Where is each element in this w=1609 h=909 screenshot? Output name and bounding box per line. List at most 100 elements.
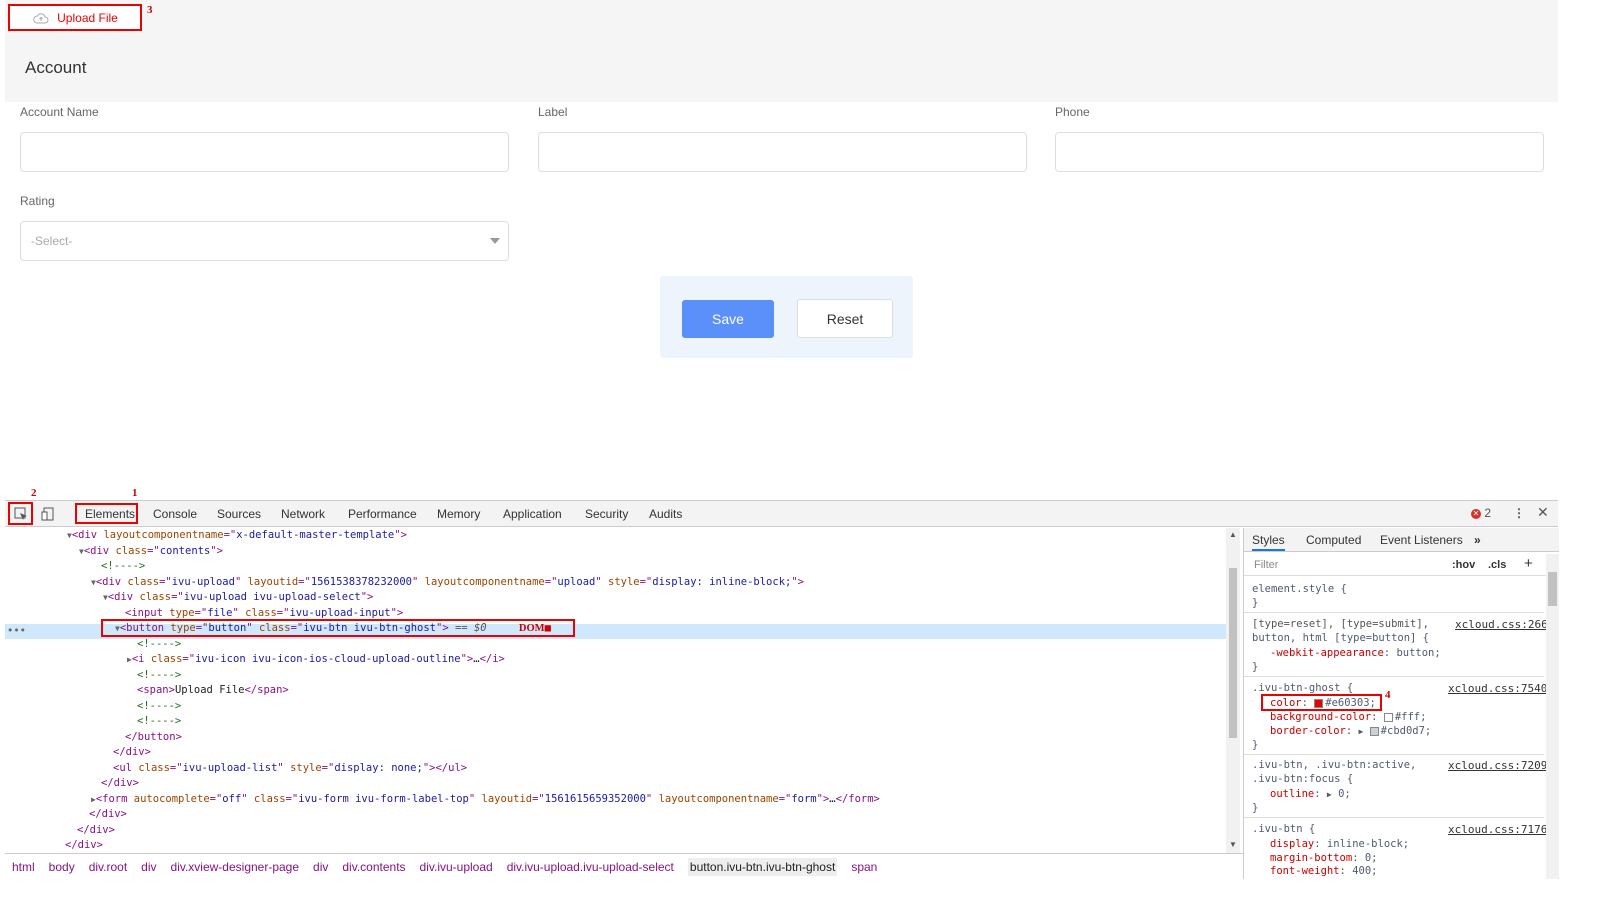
breadcrumb-item[interactable]: div	[141, 860, 156, 874]
dom-line[interactable]: ▶<form autocomplete="off" class="ivu-for…	[91, 792, 880, 807]
breadcrumb-item[interactable]: div.root	[89, 860, 127, 874]
style-declaration[interactable]: display: inline-block;	[1270, 838, 1409, 851]
breadcrumb-item[interactable]: div.xview-designer-page	[171, 860, 300, 874]
tab-event-listeners[interactable]: Event Listeners	[1380, 533, 1463, 547]
reset-button[interactable]: Reset	[797, 299, 893, 338]
breadcrumb-item-active[interactable]: button.ivu-btn.ivu-btn-ghost	[687, 857, 838, 876]
dom-line[interactable]: <ul class="ivu-upload-list" style="displ…	[113, 761, 467, 776]
source-link[interactable]: xcloud.css:266	[1455, 618, 1548, 631]
chevron-down-icon	[490, 238, 500, 244]
tab-audits[interactable]: Audits	[649, 507, 682, 521]
account-name-label: Account Name	[20, 105, 99, 119]
breadcrumb-item[interactable]: div.ivu-upload	[420, 860, 493, 874]
tab-performance[interactable]: Performance	[348, 507, 417, 521]
styles-scrollbar[interactable]	[1546, 554, 1559, 879]
breadcrumb-item[interactable]: span	[851, 860, 877, 874]
error-count: 2	[1484, 506, 1492, 520]
annotation-number-1: 1	[132, 487, 138, 499]
tab-network[interactable]: Network	[281, 507, 325, 521]
style-declaration[interactable]: margin-bottom: 0;	[1270, 852, 1378, 865]
style-declaration[interactable]: background-color: #fff;	[1270, 711, 1426, 724]
add-rule-icon[interactable]: +	[1524, 555, 1533, 572]
dom-line[interactable]: ▶<i class="ivu-icon ivu-icon-ios-cloud-u…	[127, 652, 505, 667]
dom-tree: ••• ▼<div layoutcomponentname="x-default…	[5, 528, 1226, 853]
tab-computed[interactable]: Computed	[1306, 533, 1361, 547]
upload-file-button[interactable]: Upload File	[9, 5, 142, 30]
dom-line[interactable]: <!---->	[137, 714, 181, 729]
color-swatch[interactable]	[1369, 726, 1379, 736]
source-link[interactable]: xcloud.css:7176	[1448, 823, 1547, 836]
dom-line[interactable]: <input type="file" class="ivu-upload-inp…	[125, 606, 403, 621]
color-swatch[interactable]	[1383, 712, 1393, 722]
dom-line[interactable]: </div>	[89, 807, 127, 822]
dom-line[interactable]: <!---->	[137, 699, 181, 714]
dom-line[interactable]: <!---->	[137, 637, 181, 652]
dom-scroll-thumb[interactable]	[1229, 568, 1237, 738]
source-link[interactable]: xcloud.css:7540	[1448, 682, 1547, 695]
style-declaration[interactable]: outline: ▶ 0;	[1270, 788, 1351, 801]
dom-line[interactable]: </div>	[65, 838, 103, 853]
rule-divider	[1244, 676, 1544, 677]
dom-line[interactable]: ▼<div class="ivu-upload" layoutid="15615…	[91, 575, 804, 590]
dom-line[interactable]: </button>	[125, 730, 182, 745]
tab-sources[interactable]: Sources	[217, 507, 261, 521]
style-declaration[interactable]: border-color: ▶ #cbd0d7;	[1270, 725, 1431, 738]
tab-security[interactable]: Security	[585, 507, 628, 521]
dom-line[interactable]: </div>	[113, 745, 151, 760]
tab-application[interactable]: Application	[503, 507, 562, 521]
breadcrumb-item[interactable]: div.contents	[342, 860, 405, 874]
app-page: Upload File Account Account Name Label P…	[5, 0, 1558, 500]
dom-line[interactable]: <!---->	[101, 559, 145, 574]
phone-label: Phone	[1055, 105, 1090, 119]
element-style-selector: element.style {	[1252, 583, 1347, 595]
dom-line[interactable]: ▼<div class="ivu-upload ivu-upload-selec…	[103, 590, 373, 605]
scroll-up-icon[interactable]: ▲	[1229, 530, 1237, 539]
color-swatch[interactable]	[1314, 698, 1324, 708]
more-tabs-icon[interactable]: »	[1474, 533, 1481, 547]
tab-elements[interactable]: Elements	[85, 507, 135, 521]
phone-input[interactable]	[1055, 132, 1544, 172]
more-dots-icon[interactable]: •••	[7, 624, 26, 639]
styles-scroll-thumb[interactable]	[1548, 572, 1557, 606]
annotation-number-4: 4	[1385, 689, 1391, 701]
dom-line[interactable]: </div>	[77, 823, 115, 838]
hover-toggle[interactable]: :hov	[1452, 559, 1475, 571]
more-options-icon[interactable]: ⋮	[1513, 506, 1525, 520]
header-band	[5, 0, 1558, 102]
dom-line[interactable]: <!---->	[137, 668, 181, 683]
scroll-down-icon[interactable]: ▼	[1229, 840, 1237, 849]
filter-input[interactable]: Filter	[1254, 559, 1278, 571]
label-input[interactable]	[538, 132, 1027, 172]
dom-line[interactable]: ▼<div class="contents">	[79, 544, 223, 559]
inspect-element-button[interactable]	[11, 505, 31, 523]
tab-styles[interactable]: Styles	[1252, 533, 1285, 551]
style-declaration[interactable]: -webkit-appearance: button;	[1270, 647, 1441, 660]
breadcrumb-item[interactable]: body	[49, 860, 75, 874]
close-icon[interactable]: ✕	[1537, 504, 1549, 521]
rule-selector: .ivu-btn, .ivu-btn:active,	[1252, 759, 1417, 771]
error-counter[interactable]: ✕ 2	[1471, 506, 1491, 520]
dom-line[interactable]: </div>	[101, 776, 139, 791]
dom-line[interactable]: ▼<div layoutcomponentname="x-default-mas…	[67, 528, 407, 543]
source-link[interactable]: xcloud.css:7209	[1448, 759, 1547, 772]
style-declaration[interactable]: font-weight: 400;	[1270, 865, 1378, 878]
rating-select[interactable]: -Select-	[20, 221, 509, 261]
dom-scrollbar[interactable]: ▲ ▼	[1226, 528, 1240, 853]
breadcrumb-item[interactable]: div.ivu-upload.ivu-upload-select	[507, 860, 674, 874]
save-button[interactable]: Save	[682, 300, 774, 338]
tab-memory[interactable]: Memory	[437, 507, 480, 521]
label-label: Label	[538, 105, 568, 119]
class-toggle[interactable]: .cls	[1488, 559, 1506, 571]
dom-line-selected[interactable]: ▼<button type="button" class="ivu-btn iv…	[115, 621, 551, 636]
breadcrumb-item[interactable]: html	[12, 860, 35, 874]
inspect-cursor-icon	[14, 507, 27, 520]
brace: }	[1252, 661, 1259, 673]
breadcrumb-item[interactable]: div	[313, 860, 328, 874]
breadcrumb: html body div.root div div.xview-designe…	[5, 853, 1243, 879]
tab-console[interactable]: Console	[153, 507, 197, 521]
account-name-input[interactable]	[20, 132, 509, 172]
style-declaration[interactable]: color: #e60303;	[1270, 697, 1376, 710]
page-title: Account	[25, 58, 87, 77]
dom-line[interactable]: <span>Upload File</span>	[137, 683, 289, 698]
device-toolbar-button[interactable]	[38, 505, 58, 523]
